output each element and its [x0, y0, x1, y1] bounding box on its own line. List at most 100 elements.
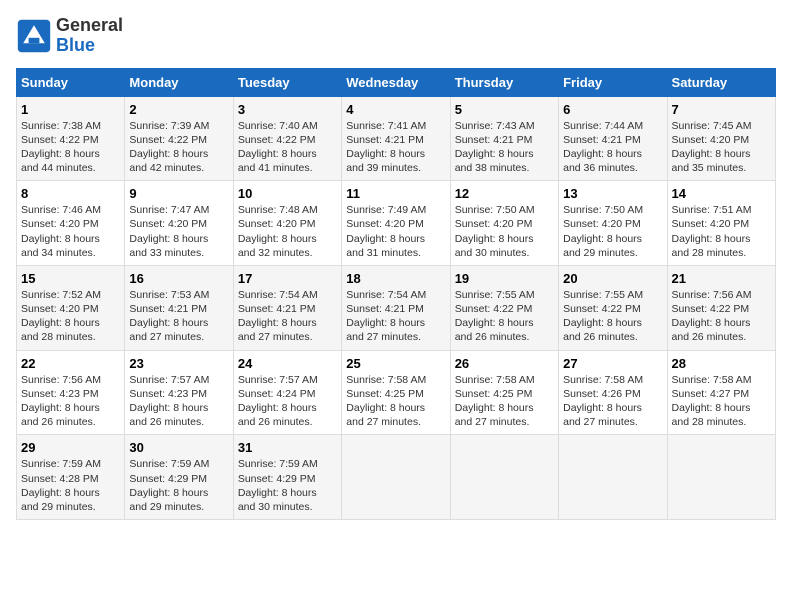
cell-info: Sunrise: 7:43 AM Sunset: 4:21 PM Dayligh… — [455, 119, 554, 176]
col-header-saturday: Saturday — [667, 68, 775, 96]
cell-info: Sunrise: 7:57 AM Sunset: 4:24 PM Dayligh… — [238, 373, 337, 430]
cal-cell: 21 Sunrise: 7:56 AM Sunset: 4:22 PM Dayli… — [667, 265, 775, 350]
cal-cell: 26 Sunrise: 7:58 AM Sunset: 4:25 PM Dayli… — [450, 350, 558, 435]
cal-cell: 11Sunrise: 7:49 AM Sunset: 4:20 PM Dayli… — [342, 181, 450, 266]
cal-cell — [342, 435, 450, 520]
cal-cell: 5 Sunrise: 7:43 AM Sunset: 4:21 PM Daylig… — [450, 96, 558, 181]
cal-cell: 13 Sunrise: 7:50 AM Sunset: 4:20 PM Dayli… — [559, 181, 667, 266]
logo: GeneralBlue — [16, 16, 123, 56]
cal-cell: 10 Sunrise: 7:48 AM Sunset: 4:20 PM Dayli… — [233, 181, 341, 266]
cal-cell: 8 Sunrise: 7:46 AM Sunset: 4:20 PM Daylig… — [17, 181, 125, 266]
cell-info: Sunrise: 7:44 AM Sunset: 4:21 PM Dayligh… — [563, 119, 662, 176]
cal-cell: 31 Sunrise: 7:59 AM Sunset: 4:29 PM Dayli… — [233, 435, 341, 520]
cal-cell: 17 Sunrise: 7:54 AM Sunset: 4:21 PM Dayli… — [233, 265, 341, 350]
cell-info: Sunrise: 7:51 AM Sunset: 4:20 PM Dayligh… — [672, 203, 771, 260]
cell-info: Sunrise: 7:58 AM Sunset: 4:25 PM Dayligh… — [455, 373, 554, 430]
cell-info: Sunrise: 7:54 AM Sunset: 4:21 PM Dayligh… — [346, 288, 445, 345]
cal-cell: 22 Sunrise: 7:56 AM Sunset: 4:23 PM Dayli… — [17, 350, 125, 435]
day-number: 15 — [21, 271, 120, 286]
cell-info: Sunrise: 7:38 AM Sunset: 4:22 PM Dayligh… — [21, 119, 120, 176]
cal-cell: 25 Sunrise: 7:58 AM Sunset: 4:25 PM Dayli… — [342, 350, 450, 435]
cell-info: Sunrise: 7:53 AM Sunset: 4:21 PM Dayligh… — [129, 288, 228, 345]
cell-info: Sunrise: 7:59 AM Sunset: 4:29 PM Dayligh… — [238, 457, 337, 514]
col-header-thursday: Thursday — [450, 68, 558, 96]
col-header-sunday: Sunday — [17, 68, 125, 96]
col-header-wednesday: Wednesday — [342, 68, 450, 96]
col-header-friday: Friday — [559, 68, 667, 96]
cal-cell: 3Sunrise: 7:40 AM Sunset: 4:22 PM Daylig… — [233, 96, 341, 181]
col-header-monday: Monday — [125, 68, 233, 96]
cal-cell: 23 Sunrise: 7:57 AM Sunset: 4:23 PM Dayli… — [125, 350, 233, 435]
day-number: 13 — [563, 186, 662, 201]
cal-cell — [559, 435, 667, 520]
cell-info: Sunrise: 7:59 AM Sunset: 4:28 PM Dayligh… — [21, 457, 120, 514]
week-row-5: 29Sunrise: 7:59 AM Sunset: 4:28 PM Dayli… — [17, 435, 776, 520]
cell-info: Sunrise: 7:50 AM Sunset: 4:20 PM Dayligh… — [563, 203, 662, 260]
cal-cell: 14Sunrise: 7:51 AM Sunset: 4:20 PM Dayli… — [667, 181, 775, 266]
cell-info: Sunrise: 7:55 AM Sunset: 4:22 PM Dayligh… — [563, 288, 662, 345]
cell-info: Sunrise: 7:45 AM Sunset: 4:20 PM Dayligh… — [672, 119, 771, 176]
cal-cell: 16 Sunrise: 7:53 AM Sunset: 4:21 PM Dayli… — [125, 265, 233, 350]
day-number: 8 — [21, 186, 120, 201]
day-number: 21 — [672, 271, 771, 286]
day-number: 5 — [455, 102, 554, 117]
cell-info: Sunrise: 7:57 AM Sunset: 4:23 PM Dayligh… — [129, 373, 228, 430]
cal-cell: 15 Sunrise: 7:52 AM Sunset: 4:20 PM Dayli… — [17, 265, 125, 350]
cal-cell: 1 Sunrise: 7:38 AM Sunset: 4:22 PM Daylig… — [17, 96, 125, 181]
cell-info: Sunrise: 7:49 AM Sunset: 4:20 PM Dayligh… — [346, 203, 445, 260]
cal-cell — [450, 435, 558, 520]
cell-info: Sunrise: 7:59 AM Sunset: 4:29 PM Dayligh… — [129, 457, 228, 514]
day-number: 20 — [563, 271, 662, 286]
cell-info: Sunrise: 7:46 AM Sunset: 4:20 PM Dayligh… — [21, 203, 120, 260]
day-number: 31 — [238, 440, 337, 455]
col-header-tuesday: Tuesday — [233, 68, 341, 96]
cell-info: Sunrise: 7:54 AM Sunset: 4:21 PM Dayligh… — [238, 288, 337, 345]
day-number: 17 — [238, 271, 337, 286]
cell-info: Sunrise: 7:56 AM Sunset: 4:22 PM Dayligh… — [672, 288, 771, 345]
day-number: 25 — [346, 356, 445, 371]
cal-cell: 9 Sunrise: 7:47 AM Sunset: 4:20 PM Daylig… — [125, 181, 233, 266]
cal-cell: 12 Sunrise: 7:50 AM Sunset: 4:20 PM Dayli… — [450, 181, 558, 266]
day-number: 24 — [238, 356, 337, 371]
logo-text: GeneralBlue — [56, 16, 123, 56]
cell-info: Sunrise: 7:58 AM Sunset: 4:25 PM Dayligh… — [346, 373, 445, 430]
week-row-3: 15 Sunrise: 7:52 AM Sunset: 4:20 PM Dayli… — [17, 265, 776, 350]
cal-cell: 18Sunrise: 7:54 AM Sunset: 4:21 PM Dayli… — [342, 265, 450, 350]
cal-cell: 24 Sunrise: 7:57 AM Sunset: 4:24 PM Dayli… — [233, 350, 341, 435]
cal-cell: 2 Sunrise: 7:39 AM Sunset: 4:22 PM Daylig… — [125, 96, 233, 181]
cell-info: Sunrise: 7:48 AM Sunset: 4:20 PM Dayligh… — [238, 203, 337, 260]
day-number: 16 — [129, 271, 228, 286]
day-number: 23 — [129, 356, 228, 371]
day-number: 26 — [455, 356, 554, 371]
cal-cell — [667, 435, 775, 520]
cal-cell: 6 Sunrise: 7:44 AM Sunset: 4:21 PM Daylig… — [559, 96, 667, 181]
day-number: 10 — [238, 186, 337, 201]
cal-cell: 20 Sunrise: 7:55 AM Sunset: 4:22 PM Dayli… — [559, 265, 667, 350]
day-number: 2 — [129, 102, 228, 117]
day-number: 7 — [672, 102, 771, 117]
day-number: 4 — [346, 102, 445, 117]
cal-cell: 29Sunrise: 7:59 AM Sunset: 4:28 PM Dayli… — [17, 435, 125, 520]
cell-info: Sunrise: 7:47 AM Sunset: 4:20 PM Dayligh… — [129, 203, 228, 260]
cell-info: Sunrise: 7:55 AM Sunset: 4:22 PM Dayligh… — [455, 288, 554, 345]
cell-info: Sunrise: 7:58 AM Sunset: 4:27 PM Dayligh… — [672, 373, 771, 430]
cell-info: Sunrise: 7:52 AM Sunset: 4:20 PM Dayligh… — [21, 288, 120, 345]
cal-cell: 27Sunrise: 7:58 AM Sunset: 4:26 PM Dayli… — [559, 350, 667, 435]
day-number: 12 — [455, 186, 554, 201]
cal-cell: 30 Sunrise: 7:59 AM Sunset: 4:29 PM Dayli… — [125, 435, 233, 520]
day-number: 28 — [672, 356, 771, 371]
header: GeneralBlue — [16, 16, 776, 56]
cell-info: Sunrise: 7:39 AM Sunset: 4:22 PM Dayligh… — [129, 119, 228, 176]
header-row: SundayMondayTuesdayWednesdayThursdayFrid… — [17, 68, 776, 96]
day-number: 9 — [129, 186, 228, 201]
day-number: 22 — [21, 356, 120, 371]
day-number: 6 — [563, 102, 662, 117]
cell-info: Sunrise: 7:50 AM Sunset: 4:20 PM Dayligh… — [455, 203, 554, 260]
week-row-4: 22 Sunrise: 7:56 AM Sunset: 4:23 PM Dayli… — [17, 350, 776, 435]
cell-info: Sunrise: 7:41 AM Sunset: 4:21 PM Dayligh… — [346, 119, 445, 176]
cell-info: Sunrise: 7:56 AM Sunset: 4:23 PM Dayligh… — [21, 373, 120, 430]
day-number: 30 — [129, 440, 228, 455]
day-number: 1 — [21, 102, 120, 117]
day-number: 19 — [455, 271, 554, 286]
day-number: 3 — [238, 102, 337, 117]
